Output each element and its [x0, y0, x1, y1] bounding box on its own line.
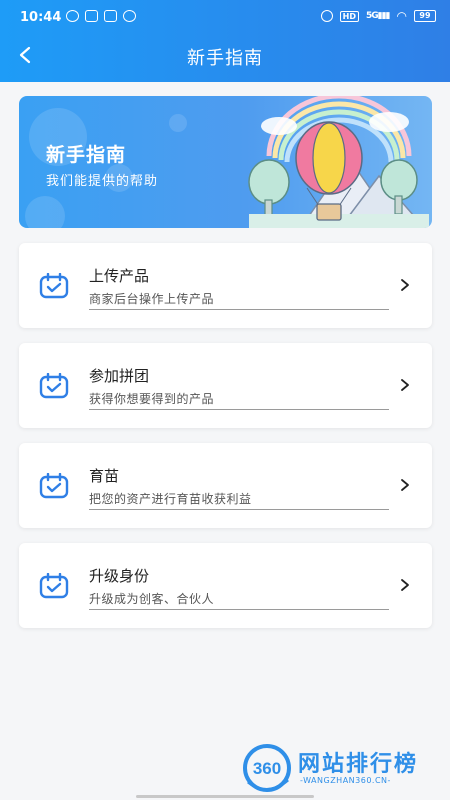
watermark-name: 网站排行榜 [298, 752, 419, 777]
watermark: 360 网站排行榜 -WANGZHAN360.CN- [236, 742, 446, 798]
calendar-check-icon [39, 473, 69, 499]
system-status-icons: HD 5G▮▮▮ ◠ 99 [320, 9, 436, 23]
app-header: 10:44 HD 5G▮▮▮ ◠ 99 新手指南 [0, 0, 450, 82]
hd-badge: HD [339, 10, 359, 22]
chevron-right-icon [401, 279, 409, 291]
hot-air-balloon-illustration [248, 96, 429, 228]
guide-item-desc: 升级成为创客、合伙人 [89, 592, 215, 606]
guide-item-title: 参加拼团 [89, 367, 150, 385]
signal-icon: 5G▮▮▮ [366, 11, 390, 21]
alarm-icon [320, 10, 333, 22]
watermark-logo-text: 360 [253, 759, 281, 778]
guide-item-upload-product[interactable]: 上传产品 商家后台操作上传产品 [19, 243, 432, 328]
divider [89, 509, 389, 510]
divider [89, 609, 389, 610]
banner-subtitle: 我们能提供的帮助 [46, 174, 159, 189]
divider [89, 309, 389, 310]
banner-bubble [169, 114, 187, 132]
guide-item-title: 上传产品 [89, 267, 150, 285]
notification-calendar-icon [104, 10, 117, 22]
watermark-url-text: WANGZHAN360.CN [303, 776, 388, 785]
status-bar: 10:44 HD 5G▮▮▮ ◠ 99 [0, 0, 450, 34]
guide-item-desc: 获得你想要得到的产品 [89, 392, 215, 406]
wifi-icon: ◠ [396, 9, 407, 23]
status-time: 10:44 [20, 10, 62, 25]
chevron-right-icon [401, 379, 409, 391]
home-indicator[interactable] [136, 795, 314, 798]
watermark-url: -WANGZHAN360.CN- [300, 776, 391, 785]
guide-item-desc: 商家后台操作上传产品 [89, 292, 215, 306]
calendar-check-icon [39, 573, 69, 599]
guide-item-desc: 把您的资产进行育苗收获利益 [89, 492, 252, 506]
chevron-right-icon [401, 579, 409, 591]
guide-banner: 新手指南 我们能提供的帮助 [19, 96, 432, 228]
guide-item-seedling[interactable]: 育苗 把您的资产进行育苗收获利益 [19, 443, 432, 528]
battery-icon: 99 [414, 10, 436, 22]
watermark-logo: 360 [243, 744, 291, 792]
guide-item-title: 升级身份 [89, 567, 150, 585]
guide-item-join-group-buy[interactable]: 参加拼团 获得你想要得到的产品 [19, 343, 432, 428]
banner-title: 新手指南 [46, 144, 127, 166]
notification-message-icon [85, 10, 98, 22]
calendar-check-icon [39, 273, 69, 299]
guide-item-title: 育苗 [89, 467, 120, 485]
chevron-right-icon [401, 479, 409, 491]
calendar-check-icon [39, 373, 69, 399]
guide-item-upgrade-identity[interactable]: 升级身份 升级成为创客、合伙人 [19, 543, 432, 628]
page-title: 新手指南 [187, 48, 263, 69]
notification-link-icon [123, 10, 136, 22]
signal-label: 5G [366, 11, 379, 21]
banner-bubble [25, 196, 65, 228]
notification-icons [66, 10, 136, 22]
notification-app-icon [66, 10, 79, 22]
divider [89, 409, 389, 410]
